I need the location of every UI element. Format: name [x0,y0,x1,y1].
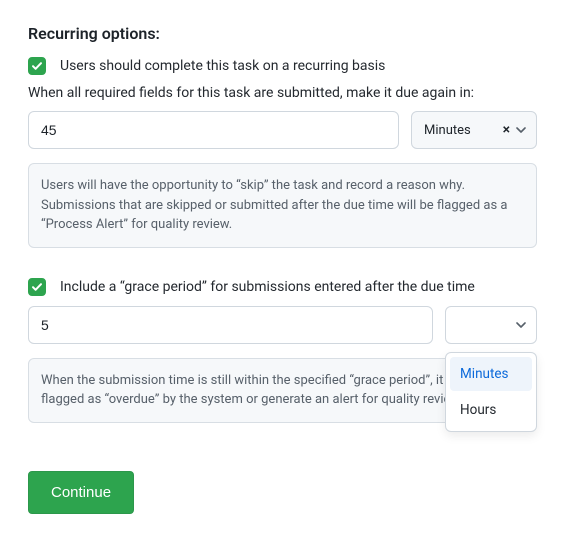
chevron-down-icon [516,125,526,135]
recurring-unit-select[interactable]: Minutes × [411,111,537,149]
recurring-checkbox[interactable] [28,57,46,75]
continue-button[interactable]: Continue [28,471,134,514]
recurring-checkbox-row: Users should complete this task on a rec… [28,57,537,75]
recurring-input-row: Minutes × [28,111,537,149]
grace-input-row: Minutes Hours [28,306,537,344]
dropdown-option-hours[interactable]: Hours [450,393,532,427]
chevron-down-icon [516,320,526,330]
grace-unit-select[interactable] [445,306,537,344]
recurring-field-label: When all required fields for this task a… [28,85,537,101]
grace-checkbox-row: Include a “grace period” for submissions… [28,278,537,296]
checkmark-icon [31,281,43,293]
section-title: Recurring options: [28,24,537,43]
recurring-checkbox-label: Users should complete this task on a rec… [60,58,385,74]
recurring-note: Users will have the opportunity to “skip… [28,163,537,248]
dropdown-option-minutes[interactable]: Minutes [450,357,532,391]
grace-checkbox-label: Include a “grace period” for submissions… [60,279,475,295]
clear-icon[interactable]: × [503,122,510,138]
grace-value-input[interactable] [28,306,433,344]
recurring-unit-selected: Minutes [424,123,497,138]
recurring-value-input[interactable] [28,111,399,149]
grace-checkbox[interactable] [28,278,46,296]
checkmark-icon [31,60,43,72]
grace-unit-dropdown: Minutes Hours [445,352,537,432]
